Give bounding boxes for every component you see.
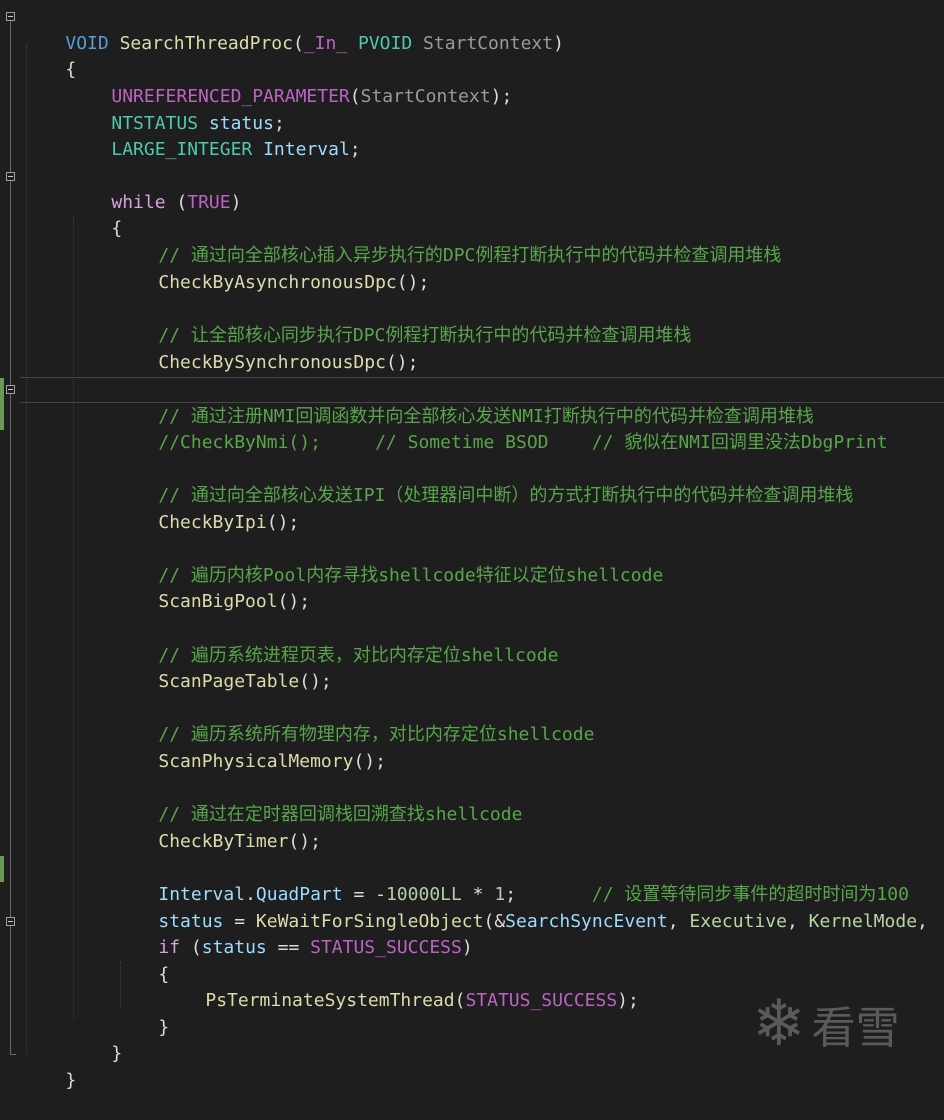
collapse-toggle-function[interactable] <box>6 12 15 21</box>
code-line-14: // 通过向全部核心发送IPI（处理器间中断）的方式打断执行中的代码并检查调用堆… <box>115 457 853 506</box>
token-function-call: ScanPhysicalMemory <box>158 751 354 772</box>
code-editor[interactable]: VOID SearchThreadProc(_In_ PVOID StartCo… <box>0 0 944 1091</box>
code-line-1: VOID SearchThreadProc(_In_ PVOID StartCo… <box>22 5 564 54</box>
token-brace: } <box>111 1043 123 1064</box>
code-line-21: ScanPhysicalMemory(); <box>115 723 386 772</box>
token-punct: (); <box>266 512 300 533</box>
token-punct: ) <box>461 937 473 958</box>
token-variable: status <box>201 937 267 958</box>
code-line-24: Interval.QuadPart = -10000LL * 1; // 设置等… <box>115 856 909 905</box>
token-annotation: _In_ <box>303 33 348 54</box>
code-line-17: ScanBigPool(); <box>115 563 310 612</box>
change-marker <box>0 856 4 882</box>
token-type: PVOID <box>358 33 413 54</box>
token-function-call: ScanPageTable <box>158 671 300 692</box>
code-line-3: UNREFERENCED_PARAMETER(StartContext); <box>68 58 512 107</box>
token-punct: (); <box>353 751 386 772</box>
code-line-15: CheckByIpi(); <box>115 484 299 533</box>
code-line-22: // 通过在定时器回调栈回溯查找shellcode <box>115 776 522 825</box>
token-punct: ( <box>349 86 361 107</box>
token-punct: , <box>786 911 809 932</box>
token-brace: } <box>65 1070 77 1091</box>
code-line-30: } <box>68 1015 122 1064</box>
token-punct: (); <box>299 671 332 692</box>
token-punct: (); <box>288 831 321 852</box>
code-line-10: // 让全部核心同步执行DPC例程打断执行中的代码并检查调用堆栈 <box>115 297 691 346</box>
code-line-19: ScanPageTable(); <box>115 643 331 692</box>
code-line-20: // 遍历系统所有物理内存，对比内存定位shellcode <box>115 696 594 745</box>
token-punct: (); <box>277 591 311 612</box>
token-variable: SearchSyncEvent <box>505 911 668 932</box>
code-line-13: //CheckByNmi(); // Sometime BSOD // 貌似在N… <box>115 404 887 453</box>
code-line-11: CheckBySynchronousDpc(); <box>115 324 418 373</box>
watermark-text: 看雪 <box>811 1003 900 1054</box>
fold-line <box>10 21 11 172</box>
token-macro: TRUE <box>187 192 231 213</box>
token-punct: ); <box>617 990 639 1011</box>
change-marker <box>0 378 4 430</box>
code-line-9: CheckByAsynchronousDpc(); <box>115 244 429 293</box>
code-line-4: NTSTATUS status; <box>68 85 284 134</box>
token-punct: (); <box>385 352 419 373</box>
code-line-16: // 遍历内核Pool内存寻找shellcode特征以定位shellcode <box>115 537 663 586</box>
code-line-23: CheckByTimer(); <box>115 803 321 852</box>
collapse-toggle-comment[interactable] <box>6 385 15 394</box>
token-punct: ( <box>454 990 466 1011</box>
code-line-29: } <box>115 989 169 1038</box>
token-variable: Interval <box>263 139 350 160</box>
token-function-call: PsTerminateSystemThread <box>205 990 455 1011</box>
code-line-27: { <box>115 936 169 985</box>
token-function-call: CheckByTimer <box>158 831 289 852</box>
token-punct: ) <box>230 192 242 213</box>
watermark-logo: ❄ 看雪 <box>752 992 900 1056</box>
code-line-2: { <box>22 31 76 80</box>
token-punct: ); <box>490 86 513 107</box>
token-function-call: CheckBySynchronousDpc <box>158 352 386 373</box>
token-punct: ( <box>165 192 188 213</box>
fold-line <box>10 181 11 385</box>
token-function-name: SearchThreadProc <box>119 33 293 54</box>
fold-line <box>10 926 11 1054</box>
fold-line <box>10 394 11 917</box>
fold-line-end <box>10 1054 16 1055</box>
token-function-call: ScanBigPool <box>158 591 278 612</box>
token-punct: , <box>917 911 928 932</box>
token-macro: STATUS_SUCCESS <box>310 937 462 958</box>
collapse-toggle-if[interactable] <box>6 917 15 926</box>
code-line-26: if (status == STATUS_SUCCESS) <box>115 909 472 958</box>
code-line-31: } <box>22 1042 76 1091</box>
token-brace: } <box>158 1017 170 1038</box>
code-line-8: // 通过向全部核心插入异步执行的DPC例程打断执行中的代码并检查调用堆栈 <box>115 217 781 266</box>
token-enum: KernelMode <box>808 911 918 932</box>
token-param: StartContext <box>423 33 554 54</box>
token-function-call: CheckByAsynchronousDpc <box>158 272 397 293</box>
collapse-toggle-while[interactable] <box>6 172 15 181</box>
code-line-7: { <box>68 190 122 239</box>
token-punct: ; <box>349 139 361 160</box>
code-line-28: PsTerminateSystemThread(STATUS_SUCCESS); <box>162 962 639 1011</box>
token-macro: STATUS_SUCCESS <box>465 990 618 1011</box>
token-operator: == <box>266 937 311 958</box>
token-function-call: CheckByIpi <box>158 512 267 533</box>
token-type: LARGE_INTEGER <box>111 139 253 160</box>
code-line-12-current: // 通过注册NMI回调函数并向全部核心发送NMI打断执行中的代码并检查调用堆栈 <box>20 377 944 427</box>
code-line-5: LARGE_INTEGER Interval; <box>68 111 360 160</box>
token-punct: ) <box>553 33 564 54</box>
indent-guide <box>26 44 27 1054</box>
code-line-25: status = KeWaitForSingleObject(&SearchSy… <box>115 883 928 932</box>
token-enum: Executive <box>689 911 787 932</box>
token-punct: (); <box>396 272 430 293</box>
token-punct: ( <box>292 33 304 54</box>
token-punct: ( <box>180 937 202 958</box>
token-punct: , <box>667 911 690 932</box>
snowflake-icon: ❄ <box>752 987 806 1061</box>
code-line-18: // 遍历系统进程页表，对比内存定位shellcode <box>115 617 558 666</box>
token-comment: //CheckByNmi(); // Sometime BSOD // 貌似在N… <box>158 432 888 453</box>
code-line-6: while (TRUE) <box>68 164 241 213</box>
indent-guide <box>73 216 74 1020</box>
token-param: StartContext <box>360 86 491 107</box>
token-punct: (& <box>483 911 506 932</box>
